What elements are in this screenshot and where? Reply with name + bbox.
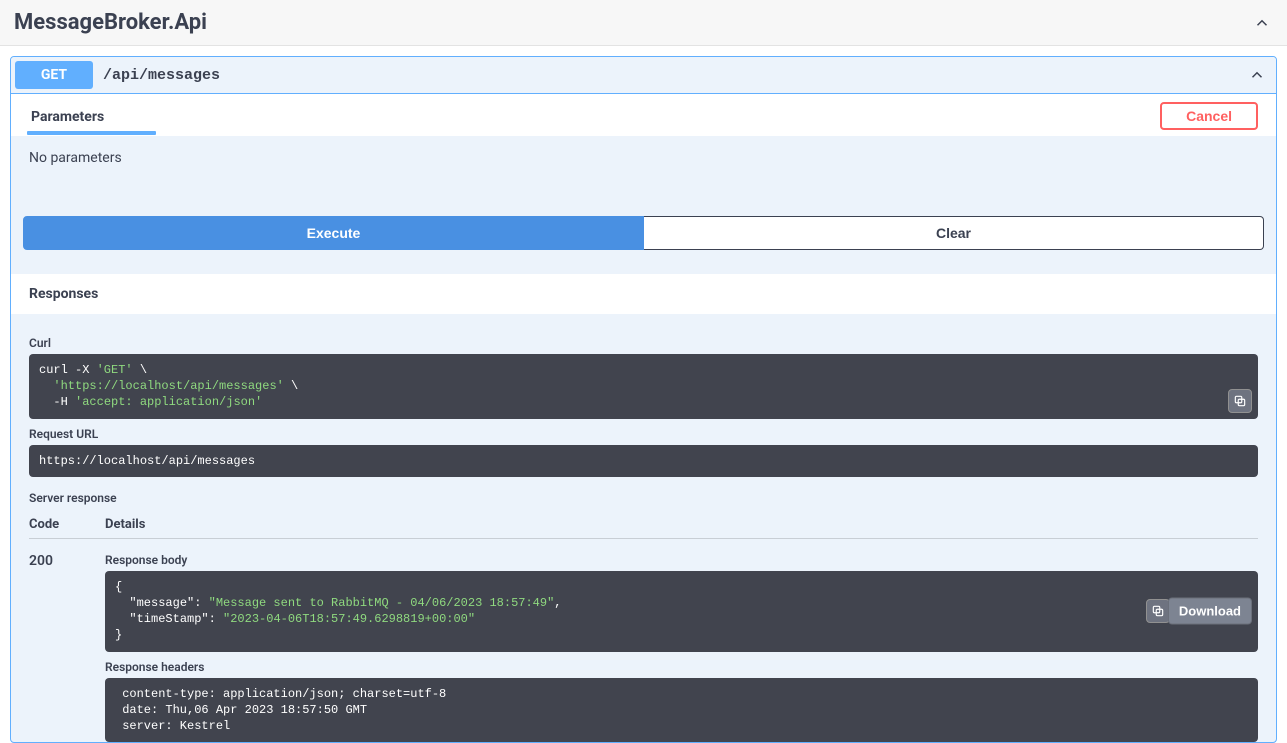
operation-summary[interactable]: GET /api/messages [11,57,1276,94]
parameters-body: No parameters [11,136,1276,216]
operation-block: GET /api/messages Parameters Cancel No p… [10,56,1277,743]
copy-icon[interactable] [1228,389,1252,413]
copy-icon[interactable] [1146,599,1170,623]
execute-button[interactable]: Execute [23,216,644,250]
responses-heading: Responses [11,274,1276,314]
http-method-badge: GET [15,61,93,89]
response-body-block: { "message": "Message sent to RabbitMQ -… [105,571,1258,652]
details-column-header: Details [105,517,1258,532]
execute-row: Execute Clear [11,216,1276,262]
chevron-up-icon [1248,66,1266,84]
operation-path: /api/messages [103,67,1248,84]
no-parameters-text: No parameters [29,150,1258,166]
request-url-label: Request URL [29,427,1258,441]
response-headers-block: content-type: application/json; charset=… [105,678,1258,743]
response-body-label: Response body [105,553,1258,567]
tab-parameters[interactable]: Parameters [29,103,106,135]
cancel-button[interactable]: Cancel [1160,102,1258,130]
response-details: Response body { "message": "Message sent… [105,553,1258,742]
request-url-block: https://localhost/api/messages [29,445,1258,477]
curl-label: Curl [29,336,1258,350]
response-table-header: Code Details [29,509,1258,539]
server-response-label: Server response [29,491,1258,505]
response-section: Curl curl -X 'GET' \ 'https://localhost/… [11,314,1276,742]
api-title: MessageBroker.Api [14,10,207,35]
response-row: 200 Response body { "message": "Message … [29,539,1258,742]
response-headers-label: Response headers [105,660,1258,674]
api-group-header[interactable]: MessageBroker.Api [0,0,1287,46]
download-button[interactable]: Download [1168,598,1252,625]
response-code: 200 [29,553,105,742]
code-column-header: Code [29,517,105,532]
curl-block: curl -X 'GET' \ 'https://localhost/api/m… [29,354,1258,419]
chevron-up-icon [1253,14,1271,32]
parameters-header: Parameters Cancel [11,94,1276,136]
clear-button[interactable]: Clear [644,216,1264,250]
